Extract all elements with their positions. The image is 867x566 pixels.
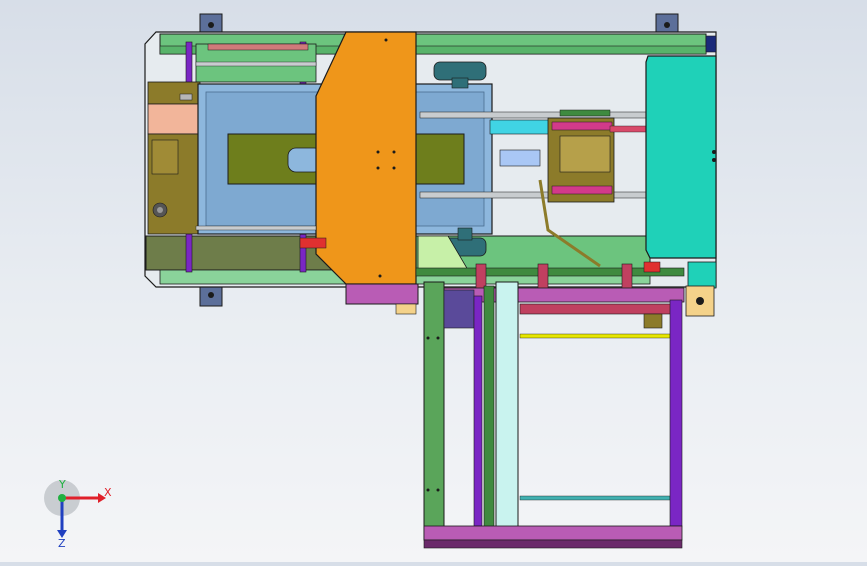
machine-assembly-top-view bbox=[144, 13, 717, 549]
cad-viewport[interactable]: X Y Z bbox=[0, 0, 867, 562]
coordinate-triad: X Y Z bbox=[44, 478, 112, 548]
teal-panel bbox=[645, 35, 717, 289]
y-axis-label: Y bbox=[58, 478, 66, 491]
y-axis-dot-icon bbox=[58, 494, 66, 502]
x-axis-label: X bbox=[104, 486, 112, 499]
z-axis-label: Z bbox=[58, 537, 66, 548]
lower-frame bbox=[395, 281, 715, 549]
orange-cover bbox=[315, 31, 419, 305]
